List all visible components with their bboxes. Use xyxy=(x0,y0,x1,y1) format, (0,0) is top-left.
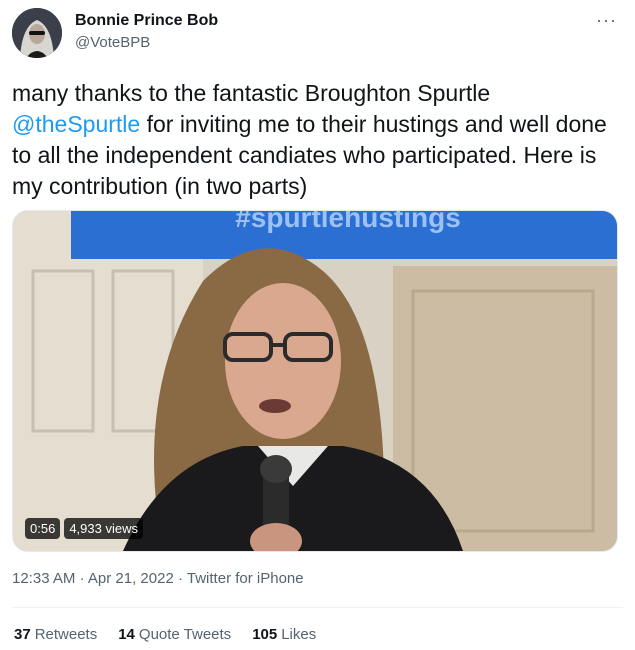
video-duration: 0:56 xyxy=(25,518,61,539)
avatar[interactable] xyxy=(12,8,62,58)
ellipsis-icon[interactable]: ··· xyxy=(596,10,617,31)
quote-tweets-stat[interactable]: 14 Quote Tweets xyxy=(118,626,231,643)
retweets-stat[interactable]: 37 Retweets xyxy=(14,626,97,643)
author-name[interactable]: Bonnie Prince Bob xyxy=(75,12,218,30)
retweets-label: Retweets xyxy=(34,626,98,643)
meta-separator: · xyxy=(79,570,85,587)
tweet-source[interactable]: Twitter for iPhone xyxy=(187,570,304,587)
meta-separator-2: · xyxy=(177,570,183,587)
author-handle[interactable]: @VoteBPB xyxy=(75,34,150,51)
avatar-image xyxy=(12,8,62,58)
divider xyxy=(12,607,623,608)
mention-link[interactable]: @theSpurtle xyxy=(12,111,140,137)
video-views: 4,933 views xyxy=(64,518,143,539)
tweet-text: many thanks to the fantastic Broughton S… xyxy=(12,78,617,202)
video-player[interactable]: #spurtlehustings 0:56 4,933 views xyxy=(12,210,618,552)
quote-tweets-label: Quote Tweets xyxy=(138,626,232,643)
tweet-text-start: many thanks to the fantastic Broughton S… xyxy=(12,80,491,106)
quote-tweets-count: 14 xyxy=(118,626,135,643)
tweet-time[interactable]: 12:33 AM xyxy=(12,570,75,587)
likes-stat[interactable]: 105 Likes xyxy=(252,626,316,643)
tweet-date[interactable]: Apr 21, 2022 xyxy=(88,570,174,587)
retweets-count: 37 xyxy=(14,626,31,643)
video-badge: 0:56 4,933 views xyxy=(25,518,143,539)
video-thumbnail: #spurtlehustings xyxy=(13,211,617,551)
likes-label: Likes xyxy=(281,626,317,643)
engagement-stats: 37 Retweets 14 Quote Tweets 105 Likes xyxy=(14,626,316,643)
screen-text: #spurtlehustings xyxy=(235,211,461,233)
tweet-meta: 12:33 AM · Apr 21, 2022 · Twitter for iP… xyxy=(12,570,304,587)
likes-count: 105 xyxy=(252,626,278,643)
